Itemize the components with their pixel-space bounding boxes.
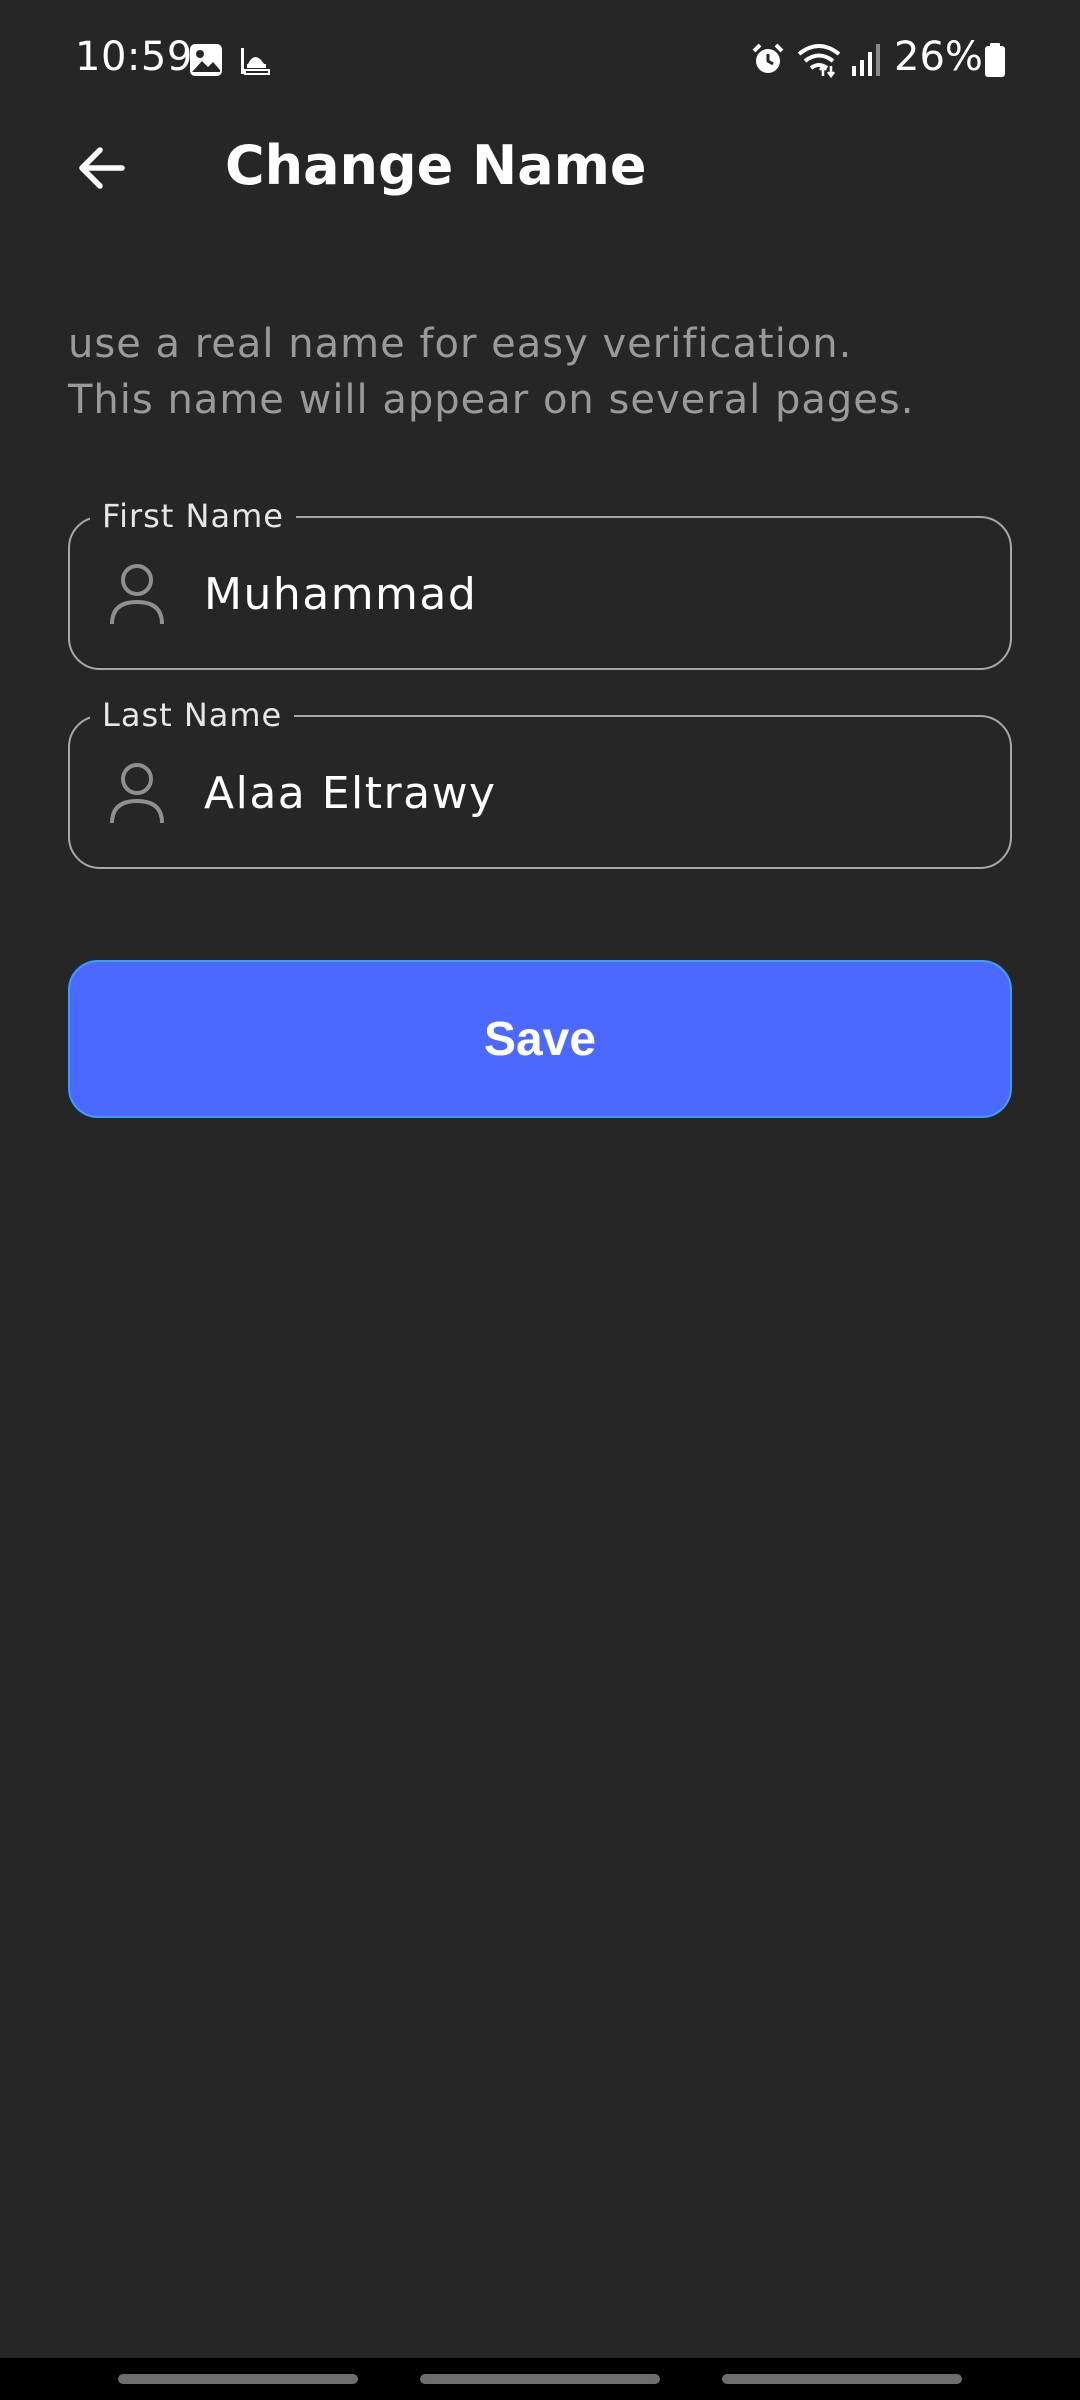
- description-line-2: This name will appear on several pages.: [68, 377, 915, 423]
- nav-back-handle[interactable]: [722, 2374, 962, 2384]
- alarm-icon: [750, 42, 786, 82]
- change-name-screen: 10:59 26% Change Name use a real name fo…: [0, 0, 1080, 2400]
- person-icon: [106, 761, 168, 827]
- save-button[interactable]: Save: [68, 960, 1012, 1118]
- first-name-input[interactable]: [204, 564, 984, 624]
- person-icon: [106, 562, 168, 628]
- save-button-label: Save: [483, 1012, 597, 1066]
- first-name-label: First Name: [90, 498, 296, 534]
- page-title: Change Name: [225, 134, 647, 197]
- last-name-label: Last Name: [90, 697, 295, 733]
- description-text: use a real name for easy verification. T…: [68, 316, 1028, 428]
- wifi-icon: [796, 42, 842, 82]
- battery-percentage: 26%: [894, 34, 983, 80]
- last-name-input[interactable]: [204, 763, 984, 823]
- mosque-icon: [238, 42, 272, 82]
- battery-icon: [984, 42, 1006, 82]
- arrow-left-icon: [79, 147, 125, 189]
- signal-icon: [850, 42, 882, 82]
- last-name-field[interactable]: Last Name: [68, 697, 1012, 869]
- nav-home-handle[interactable]: [420, 2374, 660, 2384]
- status-time: 10:59: [75, 34, 193, 80]
- system-nav-bar: [0, 2358, 1080, 2400]
- description-line-1: use a real name for easy verification.: [68, 321, 853, 367]
- nav-recents-handle[interactable]: [118, 2374, 358, 2384]
- gallery-icon: [188, 42, 224, 82]
- first-name-field[interactable]: First Name: [68, 498, 1012, 670]
- back-button[interactable]: [62, 128, 142, 208]
- status-bar: 10:59 26%: [0, 0, 1080, 120]
